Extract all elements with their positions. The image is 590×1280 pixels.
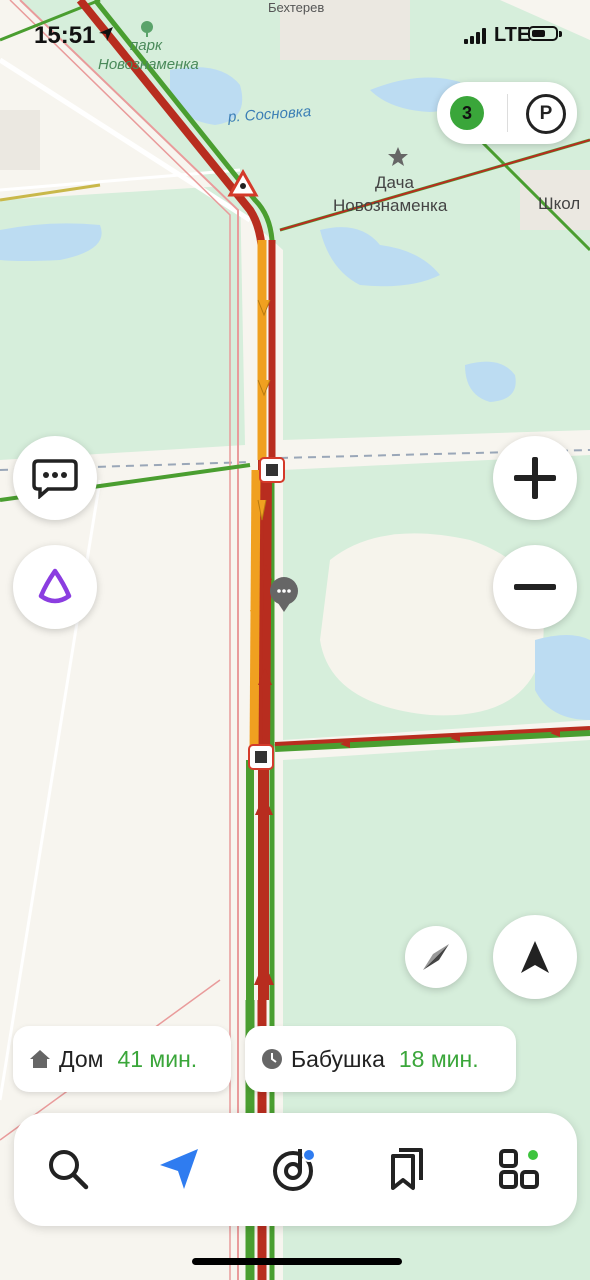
parking-button[interactable]: P (526, 94, 566, 134)
zoom-out-button[interactable] (493, 545, 577, 629)
alice-button[interactable] (13, 545, 97, 629)
destination-name: Бабушка (291, 1045, 385, 1072)
destination-home[interactable]: Дом 41 мин. (13, 1026, 231, 1092)
status-bar: 15:51 LTE (0, 0, 590, 70)
clock-icon (262, 1049, 282, 1069)
bookmarks-icon (391, 1148, 423, 1190)
zoom-in-button[interactable] (493, 436, 577, 520)
status-time: 15:51 (34, 22, 96, 49)
chat-bubble-icon (32, 459, 78, 499)
map-label-school: Школ (538, 194, 581, 213)
bottom-tab-bar (14, 1113, 577, 1226)
tab-search[interactable] (38, 1139, 98, 1199)
my-location-button[interactable] (493, 915, 577, 999)
alice-assistant-icon (38, 568, 72, 604)
tab-music[interactable] (265, 1139, 325, 1199)
battery-icon (528, 26, 562, 41)
accident-icon[interactable] (259, 457, 285, 483)
minus-icon (514, 584, 556, 590)
home-icon (30, 1050, 50, 1068)
network-type: LTE (494, 24, 531, 46)
destination-eta: 18 мин. (398, 1045, 479, 1072)
destination-name: Дом (59, 1045, 104, 1072)
tab-bookmarks[interactable] (377, 1139, 437, 1199)
signal-icon (464, 28, 486, 44)
tab-navigator[interactable] (150, 1139, 210, 1199)
destination-eta: 41 мин. (117, 1045, 198, 1072)
home-indicator[interactable] (192, 1258, 402, 1265)
traffic-parking-panel: 3 P (437, 82, 577, 144)
location-arrow-icon (99, 27, 113, 41)
compass-button[interactable] (405, 926, 467, 988)
services-grid-icon (499, 1148, 540, 1189)
divider (507, 94, 508, 132)
chat-button[interactable] (13, 436, 97, 520)
search-icon (49, 1150, 89, 1190)
traffic-score-badge[interactable]: 3 (450, 96, 484, 130)
accident-icon[interactable] (248, 744, 274, 770)
map-label-poi-line1: Дача (375, 173, 414, 192)
compass-icon (423, 944, 449, 970)
location-arrow-icon (521, 941, 549, 973)
plus-icon (514, 457, 556, 499)
tab-services[interactable] (491, 1139, 551, 1199)
map-label-poi-line2: Новознаменка (333, 196, 448, 215)
navigator-arrow-icon (160, 1149, 198, 1189)
destination-grandma[interactable]: Бабушка 18 мин. (245, 1026, 516, 1092)
music-icon (273, 1148, 316, 1191)
